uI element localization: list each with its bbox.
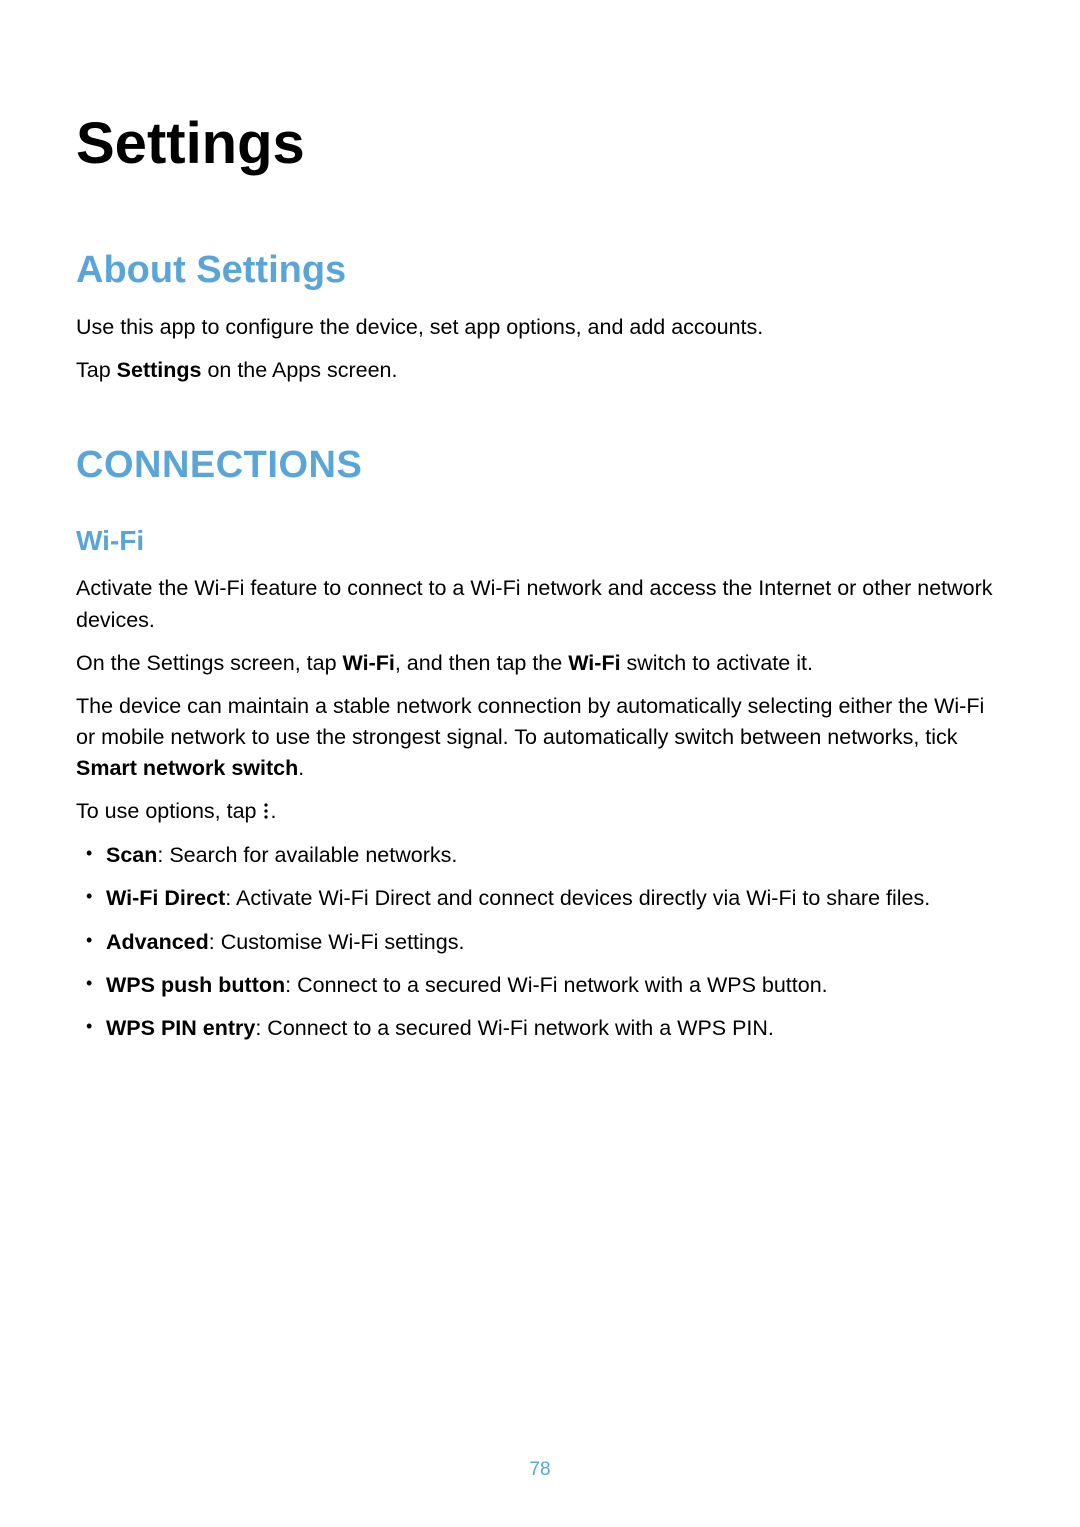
text-fragment: To use options, tap	[76, 799, 262, 823]
text-fragment: On the Settings screen, tap	[76, 651, 343, 675]
text-fragment: .	[298, 756, 304, 780]
option-label: Scan	[106, 843, 157, 867]
page-content: Settings About Settings Use this app to …	[0, 0, 1080, 1116]
wifi-options-text: To use options, tap .	[76, 796, 1004, 828]
wifi-options-list: Scan: Search for available networks. Wi-…	[76, 840, 1004, 1044]
text-fragment: switch to activate it.	[621, 651, 813, 675]
page-number: 78	[0, 1459, 1080, 1481]
wifi-bold-1: Wi-Fi	[343, 651, 395, 675]
option-label: WPS push button	[106, 973, 285, 997]
text-fragment: , and then tap the	[395, 651, 568, 675]
option-desc: : Activate Wi-Fi Direct and connect devi…	[225, 886, 930, 910]
settings-bold: Settings	[117, 358, 202, 382]
page-title: Settings	[76, 110, 1004, 177]
list-item: Advanced: Customise Wi-Fi settings.	[106, 927, 1004, 958]
wifi-desc-2: On the Settings screen, tap Wi-Fi, and t…	[76, 648, 1004, 679]
text-fragment: The device can maintain a stable network…	[76, 694, 984, 749]
wifi-desc-1: Activate the Wi-Fi feature to connect to…	[76, 573, 1004, 635]
wifi-bold-2: Wi-Fi	[568, 651, 620, 675]
option-desc: : Search for available networks.	[157, 843, 457, 867]
wifi-desc-3: The device can maintain a stable network…	[76, 691, 1004, 785]
smart-network-switch-bold: Smart network switch	[76, 756, 298, 780]
connections-heading: CONNECTIONS	[76, 444, 1004, 487]
wifi-heading: Wi-Fi	[76, 525, 1004, 557]
about-heading: About Settings	[76, 249, 1004, 292]
option-label: WPS PIN entry	[106, 1016, 255, 1040]
option-label: Advanced	[106, 930, 209, 954]
about-intro-text: Use this app to configure the device, se…	[76, 312, 1004, 343]
option-label: Wi-Fi Direct	[106, 886, 225, 910]
text-fragment: .	[270, 799, 276, 823]
text-fragment: on the Apps screen.	[201, 358, 397, 382]
text-fragment: Tap	[76, 358, 117, 382]
list-item: WPS PIN entry: Connect to a secured Wi-F…	[106, 1013, 1004, 1044]
option-desc: : Connect to a secured Wi-Fi network wit…	[255, 1016, 774, 1040]
list-item: WPS push button: Connect to a secured Wi…	[106, 970, 1004, 1001]
option-desc: : Connect to a secured Wi-Fi network wit…	[285, 973, 828, 997]
about-tap-text: Tap Settings on the Apps screen.	[76, 355, 1004, 386]
wifi-section: Wi-Fi Activate the Wi-Fi feature to conn…	[76, 525, 1004, 1044]
option-desc: : Customise Wi-Fi settings.	[209, 930, 465, 954]
more-options-icon	[262, 795, 270, 826]
list-item: Scan: Search for available networks.	[106, 840, 1004, 871]
list-item: Wi-Fi Direct: Activate Wi-Fi Direct and …	[106, 883, 1004, 914]
